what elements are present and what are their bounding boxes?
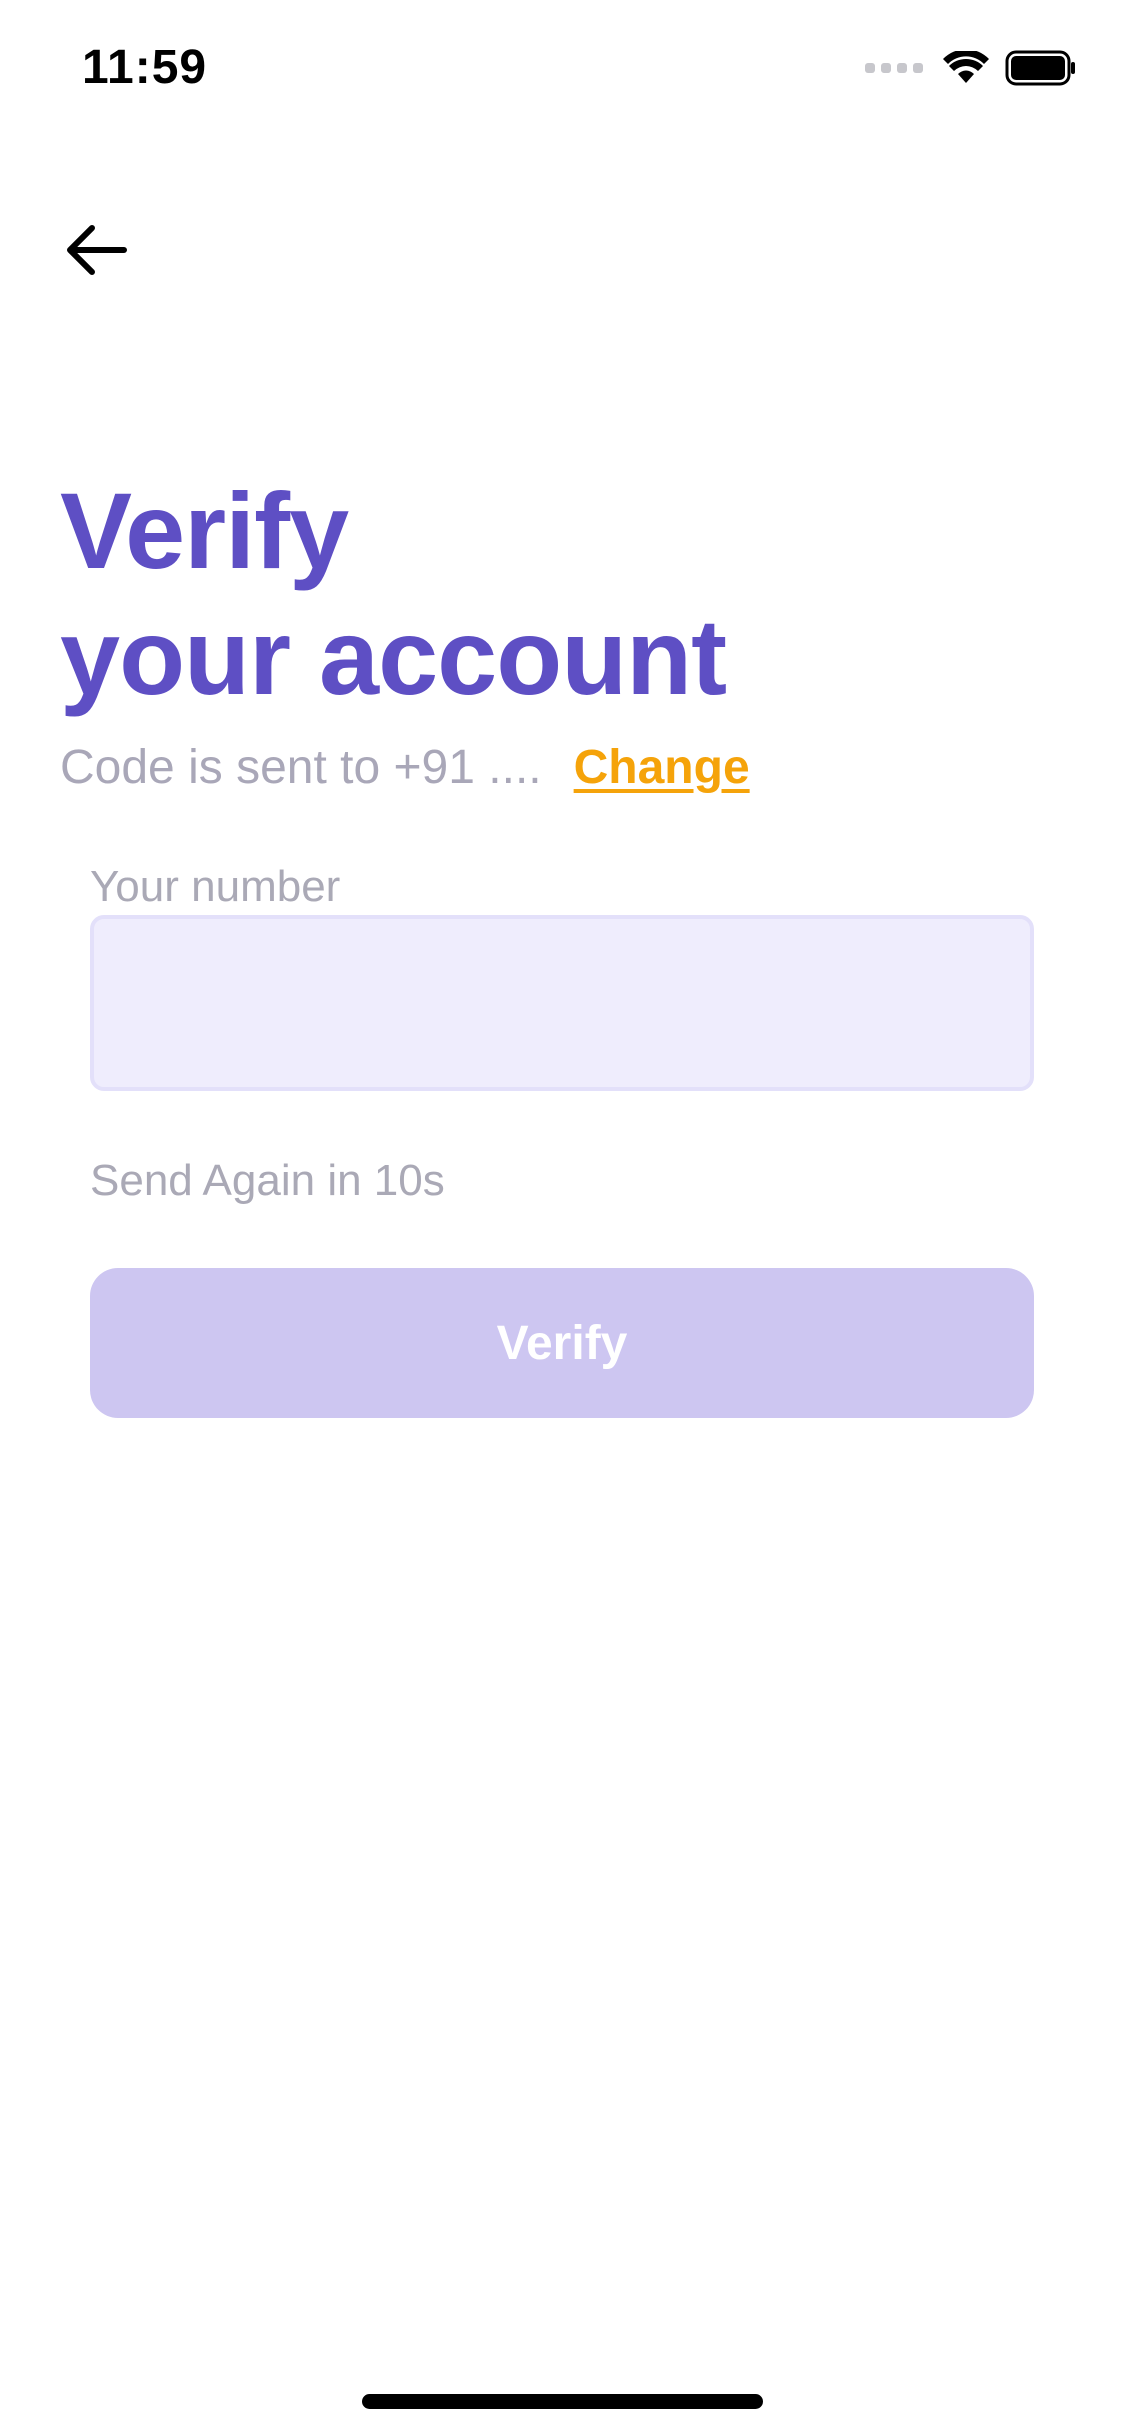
number-field-label: Your number [90, 862, 341, 911]
status-icons [865, 50, 1077, 86]
home-indicator [362, 2394, 763, 2409]
number-field[interactable] [90, 915, 1034, 1091]
resend-timer-text: Send Again in 10s [90, 1156, 445, 1205]
verify-button[interactable]: Verify [90, 1268, 1034, 1418]
page-title: Verify your account [60, 468, 727, 720]
change-number-link[interactable]: Change [574, 740, 750, 795]
status-time: 11:59 [82, 41, 208, 94]
battery-icon [1005, 50, 1075, 86]
page-title-line2: your account [60, 596, 727, 717]
page-title-line1: Verify [60, 470, 349, 591]
signal-icon [865, 63, 923, 73]
back-button[interactable] [56, 210, 136, 290]
status-bar: 11:59 [0, 0, 1125, 132]
code-sent-text: Code is sent to +91 .... [60, 741, 542, 794]
arrow-left-icon [67, 225, 127, 275]
code-sent-row: Code is sent to +91 .... Change [60, 740, 750, 795]
wifi-icon [943, 51, 989, 83]
